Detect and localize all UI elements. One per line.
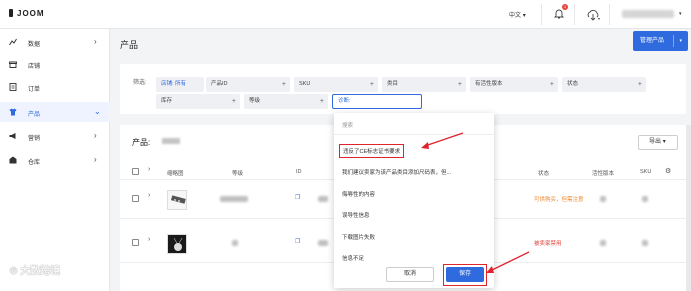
watermark-icon: ℗ [10, 266, 21, 277]
arrow-to-option [424, 132, 464, 147]
watermark: ℗ 大数跨境 [10, 262, 60, 277]
annotation-arrows [421, 132, 530, 273]
arrow-head [486, 266, 494, 273]
arrow-head [421, 142, 429, 149]
watermark-text: 大数跨境 [20, 266, 61, 277]
arrow-to-save [489, 251, 530, 272]
